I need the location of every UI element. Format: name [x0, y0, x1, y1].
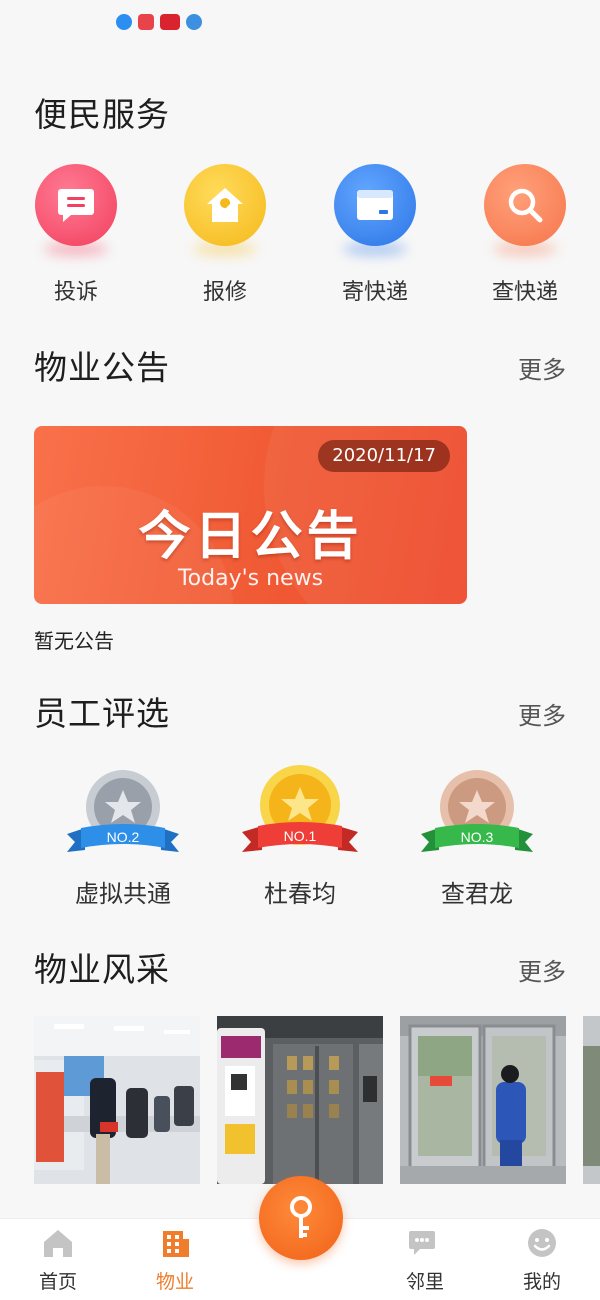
app-icon-1	[116, 14, 132, 30]
announcement-headline: 今日公告	[138, 506, 363, 567]
key-icon	[290, 1196, 312, 1238]
photo-partial[interactable]	[583, 1016, 600, 1184]
announcement-banner[interactable]: 2020/11/17 今日公告 Today's news	[34, 426, 467, 604]
smiley-icon	[528, 1229, 556, 1257]
app-icon-4	[186, 14, 202, 30]
tab-property[interactable]: 物业	[125, 1227, 225, 1294]
rank-label: NO.2	[107, 829, 140, 845]
employee-rating-more-link[interactable]: 更多	[518, 696, 566, 731]
gallery-more-link[interactable]: 更多	[518, 952, 566, 987]
gallery-photos	[34, 1016, 600, 1184]
chat-bubbles-icon	[409, 1231, 435, 1255]
tab-home[interactable]: 首页	[8, 1227, 108, 1294]
package-icon	[334, 164, 416, 246]
app-icon-2	[138, 14, 154, 30]
status-bar	[0, 0, 600, 52]
empty-announcement-text: 暂无公告	[34, 629, 114, 653]
winner-name: 杜春均	[264, 880, 336, 908]
complaint-label: 投诉	[53, 280, 98, 305]
tab-mine[interactable]: 我的	[492, 1227, 592, 1294]
employee-rating-title: 员工评选	[34, 694, 170, 733]
tab-mine-label: 我的	[522, 1271, 561, 1293]
send-express-service[interactable]: 寄快递	[315, 164, 435, 306]
complaint-service[interactable]: 投诉	[16, 164, 136, 306]
photo-worker-at-door[interactable]	[400, 1016, 566, 1184]
home-icon	[44, 1230, 72, 1257]
announcements-more-link[interactable]: 更多	[518, 350, 566, 385]
rank-label: NO.3	[461, 829, 494, 845]
house-wrench-icon	[184, 164, 266, 246]
tab-property-label: 物业	[155, 1271, 194, 1293]
photo-office-meeting[interactable]	[34, 1016, 200, 1184]
services-title: 便民服务	[34, 95, 170, 134]
tab-neighbors[interactable]: 邻里	[375, 1227, 475, 1294]
bronze-medal-icon: NO.3	[421, 770, 533, 852]
send-express-label: 寄快递	[341, 280, 408, 305]
track-express-label: 查快递	[491, 280, 558, 305]
announcement-date: 2020/11/17	[318, 440, 450, 472]
message-icon	[35, 164, 117, 246]
photo-elevator-door[interactable]	[217, 1016, 383, 1184]
winner-no3[interactable]: NO.3 查君龙	[402, 762, 552, 909]
key-unlock-button[interactable]	[259, 1176, 343, 1260]
winner-no1[interactable]: NO.1 杜春均	[225, 762, 375, 909]
gold-medal-icon: NO.1	[242, 765, 358, 852]
announcement-subtitle: Today's news	[177, 566, 324, 591]
search-icon	[484, 164, 566, 246]
repair-label: 报修	[202, 280, 247, 305]
silver-medal-icon: NO.2	[67, 770, 179, 852]
rank-label: NO.1	[284, 828, 317, 844]
winner-name: 查君龙	[441, 880, 513, 908]
tab-home-label: 首页	[38, 1271, 77, 1293]
repair-service[interactable]: 报修	[165, 164, 285, 306]
winner-name: 虚拟共通	[75, 880, 171, 908]
building-icon	[163, 1231, 189, 1257]
announcements-title: 物业公告	[34, 348, 170, 387]
winner-no2[interactable]: NO.2 虚拟共通	[48, 762, 198, 909]
track-express-service[interactable]: 查快递	[465, 164, 585, 306]
gallery-title: 物业风采	[34, 950, 170, 989]
tab-neighbors-label: 邻里	[405, 1271, 444, 1293]
app-icon-3	[160, 14, 180, 30]
